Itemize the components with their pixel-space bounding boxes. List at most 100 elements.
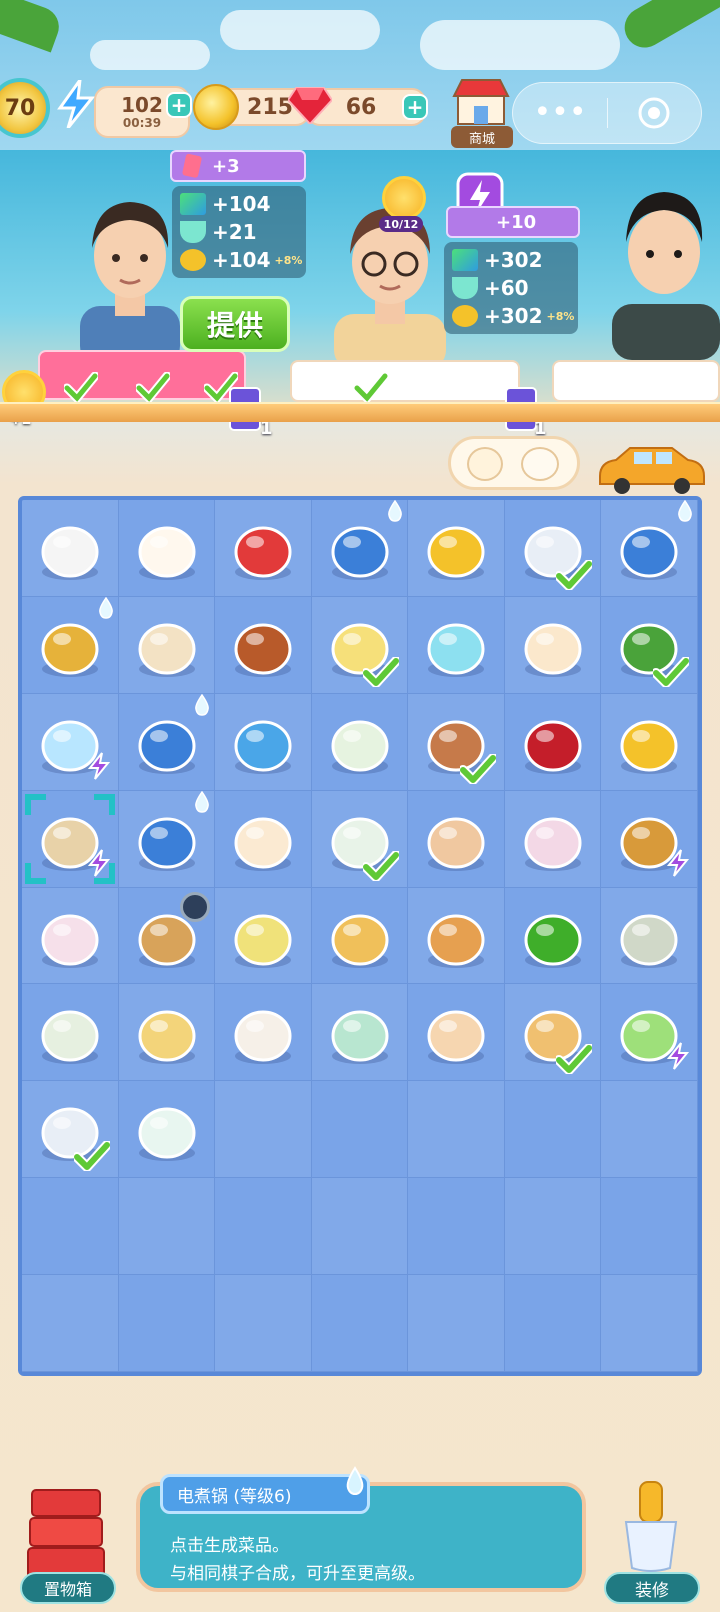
board-cell[interactable] (504, 596, 602, 694)
cherry-icon[interactable] (517, 706, 589, 778)
sake-cup-icon[interactable] (131, 1093, 203, 1165)
board-cell[interactable] (311, 790, 409, 888)
board-cell[interactable] (118, 790, 216, 888)
board-cell[interactable] (311, 984, 409, 1082)
strawberry-icon[interactable] (227, 512, 299, 584)
treasure-bag-icon[interactable] (324, 512, 396, 584)
popsicle-icon[interactable] (420, 803, 492, 875)
board-cell[interactable] (601, 984, 698, 1082)
grilled-fish-icon[interactable] (324, 900, 396, 972)
flower-tea-set-icon[interactable] (324, 706, 396, 778)
board-cell[interactable] (118, 887, 216, 985)
board-cell[interactable] (408, 984, 505, 1082)
more-menu-icon[interactable]: ••• (513, 98, 607, 128)
board-cell[interactable] (504, 500, 602, 597)
storage-box-label[interactable]: 置物箱 (20, 1572, 116, 1604)
board-cell[interactable] (22, 1275, 119, 1372)
board-cell[interactable] (504, 984, 602, 1082)
sake-set-icon[interactable] (34, 996, 106, 1068)
treasure-bag-icon[interactable] (131, 803, 203, 875)
board-cell[interactable] (215, 596, 312, 694)
board-cell[interactable] (311, 887, 409, 985)
ice-cream-cone-icon[interactable] (34, 900, 106, 972)
board-cell[interactable] (22, 790, 119, 888)
shop-icon[interactable] (452, 78, 510, 126)
board-cell[interactable] (408, 790, 505, 888)
board-cell[interactable] (601, 790, 698, 888)
add-energy-button[interactable]: + (166, 92, 192, 118)
board-cell[interactable] (408, 1081, 505, 1179)
corn-soup-icon[interactable] (131, 996, 203, 1068)
board-cell[interactable] (504, 1081, 602, 1179)
board-cell[interactable] (504, 1275, 602, 1372)
green-pepper-icon[interactable] (517, 900, 589, 972)
shop-label[interactable]: 商城 (451, 126, 513, 148)
board-cell[interactable] (504, 693, 602, 791)
board-cell[interactable] (118, 596, 216, 694)
board-cell[interactable] (118, 984, 216, 1082)
treasure-pile-icon[interactable] (34, 609, 106, 681)
board-cell[interactable] (504, 887, 602, 985)
board-cell[interactable] (601, 1081, 698, 1179)
customer3-avatar[interactable] (604, 180, 720, 360)
board-cell[interactable] (601, 1275, 698, 1372)
board-cell[interactable] (601, 499, 698, 597)
add-gems-button[interactable]: + (402, 94, 428, 120)
takeout-box-icon[interactable] (131, 512, 203, 584)
customer1-avatar[interactable] (70, 186, 190, 366)
oysters-icon[interactable] (613, 900, 685, 972)
board-cell[interactable] (22, 500, 119, 597)
fried-rice-icon[interactable] (420, 996, 492, 1068)
board-cell[interactable] (504, 1178, 602, 1276)
board-cell[interactable] (118, 500, 216, 597)
close-target-icon[interactable] (608, 96, 701, 130)
storage-box-icon[interactable] (26, 1480, 106, 1584)
board-cell[interactable] (408, 500, 505, 597)
board-cell[interactable] (22, 1178, 119, 1276)
roast-meat-icon[interactable] (227, 609, 299, 681)
fried-shrimp-icon[interactable] (420, 900, 492, 972)
dumpling-bowl-icon[interactable] (324, 996, 396, 1068)
board-cell[interactable] (601, 693, 698, 791)
board-cell[interactable] (504, 790, 602, 888)
board-cell[interactable] (408, 887, 505, 985)
board-cell[interactable] (215, 1275, 312, 1372)
board-cell[interactable] (408, 1275, 505, 1372)
board-cell[interactable] (22, 984, 119, 1082)
board-cell[interactable] (408, 596, 505, 694)
board-cell[interactable] (215, 500, 312, 597)
board-cell[interactable] (118, 1081, 216, 1179)
delivery-car-icon[interactable] (594, 442, 708, 494)
board-cell[interactable] (215, 1081, 312, 1179)
board-cell[interactable] (22, 596, 119, 694)
board-cell[interactable] (215, 790, 312, 888)
board-cell[interactable] (215, 1178, 312, 1276)
cake-slices-icon[interactable] (227, 900, 299, 972)
gold-coins-icon[interactable] (613, 706, 685, 778)
board-cell[interactable] (215, 887, 312, 985)
board-cell[interactable] (215, 984, 312, 1082)
gold-coins-icon[interactable] (420, 512, 492, 584)
paint-brush-icon[interactable] (612, 1478, 690, 1574)
bubble-pea-icon[interactable] (420, 609, 492, 681)
rice-dish-icon[interactable] (131, 609, 203, 681)
board-cell[interactable] (311, 499, 409, 597)
board-cell[interactable] (311, 1081, 409, 1179)
board-cell[interactable] (22, 693, 119, 791)
fridge-icon[interactable] (227, 706, 299, 778)
board-cell[interactable] (311, 1275, 409, 1372)
board-cell[interactable] (601, 887, 698, 985)
board-cell[interactable] (601, 596, 698, 694)
noodle-bowl-icon[interactable] (517, 803, 589, 875)
cream-bun-icon[interactable] (227, 803, 299, 875)
board-cell[interactable] (601, 1178, 698, 1276)
board-cell[interactable] (311, 1178, 409, 1276)
board-cell[interactable] (311, 693, 409, 791)
decorate-label[interactable]: 装修 (604, 1572, 700, 1604)
treasure-bag-icon[interactable] (131, 706, 203, 778)
board-cell[interactable] (408, 693, 505, 791)
soup-cup-icon[interactable] (227, 996, 299, 1068)
board-cell[interactable] (118, 1275, 216, 1372)
board-cell[interactable] (22, 1081, 119, 1179)
tea-cup-icon[interactable] (34, 512, 106, 584)
